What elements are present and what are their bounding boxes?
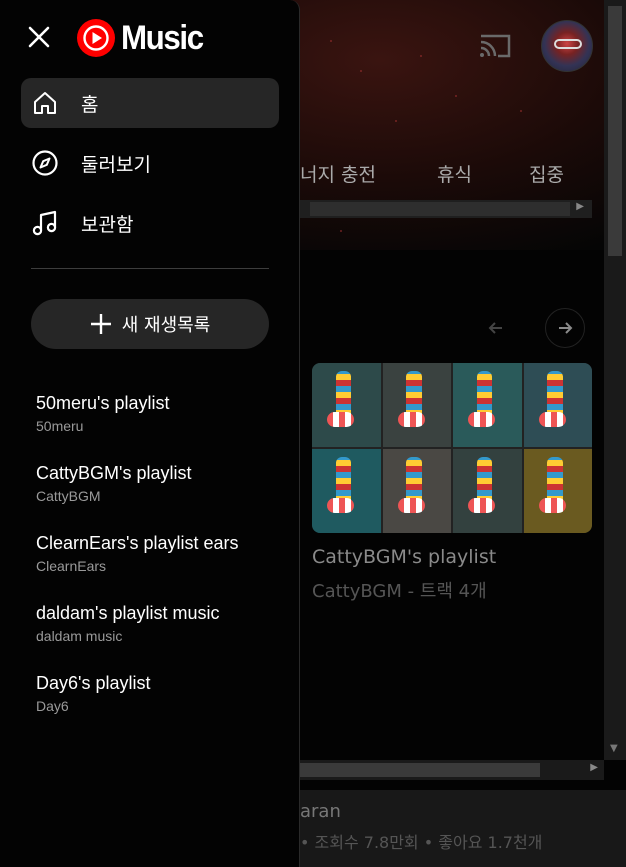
chip[interactable]: 너지 충전	[300, 160, 437, 192]
player-track-meta: • 조회수 7.8만회 • 좋아요 1.7천개	[300, 833, 543, 852]
thumbnail-tile	[382, 449, 451, 533]
playlist-owner: Day6	[36, 698, 69, 714]
close-icon	[28, 26, 50, 48]
navigation-drawer: Music 홈 둘러보기 보관함 새 재생목록 50meru's playlis…	[0, 0, 300, 867]
playlist-item[interactable]: ClearnEars's playlist ears ClearnEars	[36, 532, 276, 576]
background-dot	[340, 230, 342, 232]
playlist-title: ClearnEars's playlist ears	[36, 533, 239, 553]
arrow-right-icon	[559, 322, 573, 334]
new-playlist-label: 새 재생목록	[121, 315, 211, 336]
background-dot	[360, 70, 362, 72]
thumbnail-tile	[312, 363, 381, 447]
nav-item-explore[interactable]: 둘러보기	[21, 138, 279, 188]
scrollbar-thumb[interactable]	[310, 202, 570, 216]
carousel-next-button[interactable]	[545, 308, 585, 348]
nav-item-label: 보관함	[81, 213, 134, 236]
playlist-thumbnail[interactable]	[312, 363, 592, 533]
chip[interactable]: 휴식	[437, 160, 529, 192]
thumbnail-tile	[523, 449, 592, 533]
nav-item-home[interactable]: 홈	[21, 78, 279, 128]
playlist-title: daldam's playlist music	[36, 603, 220, 623]
youtube-music-logo[interactable]: Music	[76, 18, 210, 58]
thumbnail-tile	[523, 363, 592, 447]
thumbnail-tile	[312, 449, 381, 533]
playlist-title: 50meru's playlist	[36, 393, 170, 413]
close-drawer-button[interactable]	[22, 20, 56, 54]
background-dot	[395, 120, 397, 122]
avatar[interactable]	[541, 20, 593, 72]
nav-item-label: 둘러보기	[81, 153, 151, 176]
compass-icon	[21, 149, 73, 177]
avatar-glasses	[554, 39, 582, 49]
mood-chips: 너지 충전 휴식 집중	[300, 160, 564, 192]
card-title[interactable]: CattyBGM's playlist	[312, 546, 496, 568]
divider	[31, 268, 269, 269]
carousel-prev-button[interactable]	[476, 308, 516, 348]
playlist-item[interactable]: daldam's playlist music daldam music	[36, 602, 276, 646]
playlist-owner: daldam music	[36, 628, 123, 644]
player-track-title[interactable]: aran	[300, 801, 341, 822]
youtube-music-play-icon	[77, 19, 115, 57]
plus-icon	[90, 314, 111, 334]
playlist-owner: ClearnEars	[36, 558, 107, 574]
nav-item-label: 홈	[81, 93, 99, 116]
new-playlist-button[interactable]: 새 재생목록	[31, 299, 269, 349]
background-dot	[455, 95, 457, 97]
playlist-owner: CattyBGM	[36, 488, 101, 504]
thumbnail-tile	[453, 449, 522, 533]
vertical-scrollbar[interactable]: ▼	[604, 0, 626, 760]
scroll-right-icon[interactable]: ▶	[590, 762, 598, 773]
background-dot	[420, 55, 422, 57]
playlist-owner: 50meru	[36, 418, 84, 434]
background-dot	[520, 110, 522, 112]
arrow-left-icon	[488, 322, 502, 334]
home-icon	[21, 89, 73, 117]
scroll-down-icon[interactable]: ▼	[610, 743, 618, 754]
playlist-item[interactable]: CattyBGM's playlist CattyBGM	[36, 462, 276, 506]
nav-item-library[interactable]: 보관함	[21, 198, 279, 248]
playlist-item[interactable]: Day6's playlist Day6	[36, 672, 276, 716]
scrollbar-thumb[interactable]	[608, 6, 622, 256]
music-note-icon	[21, 209, 73, 237]
logo-text: Music	[121, 18, 204, 57]
card-subtitle: CattyBGM - 트랙 4개	[312, 581, 487, 602]
thumbnail-tile	[453, 363, 522, 447]
chips-scrollbar[interactable]: ▶	[300, 200, 592, 218]
cast-icon[interactable]	[478, 32, 512, 60]
playlist-title: CattyBGM's playlist	[36, 463, 192, 483]
chip[interactable]: 집중	[529, 160, 564, 192]
thumbnail-tile	[382, 363, 451, 447]
scroll-right-icon[interactable]: ▶	[576, 201, 584, 212]
scrollbar-thumb[interactable]	[300, 763, 540, 777]
horizontal-scrollbar[interactable]: ▶	[300, 760, 604, 780]
playlist-item[interactable]: 50meru's playlist 50meru	[36, 392, 276, 436]
playlist-title: Day6's playlist	[36, 673, 151, 693]
background-dot	[330, 40, 332, 42]
